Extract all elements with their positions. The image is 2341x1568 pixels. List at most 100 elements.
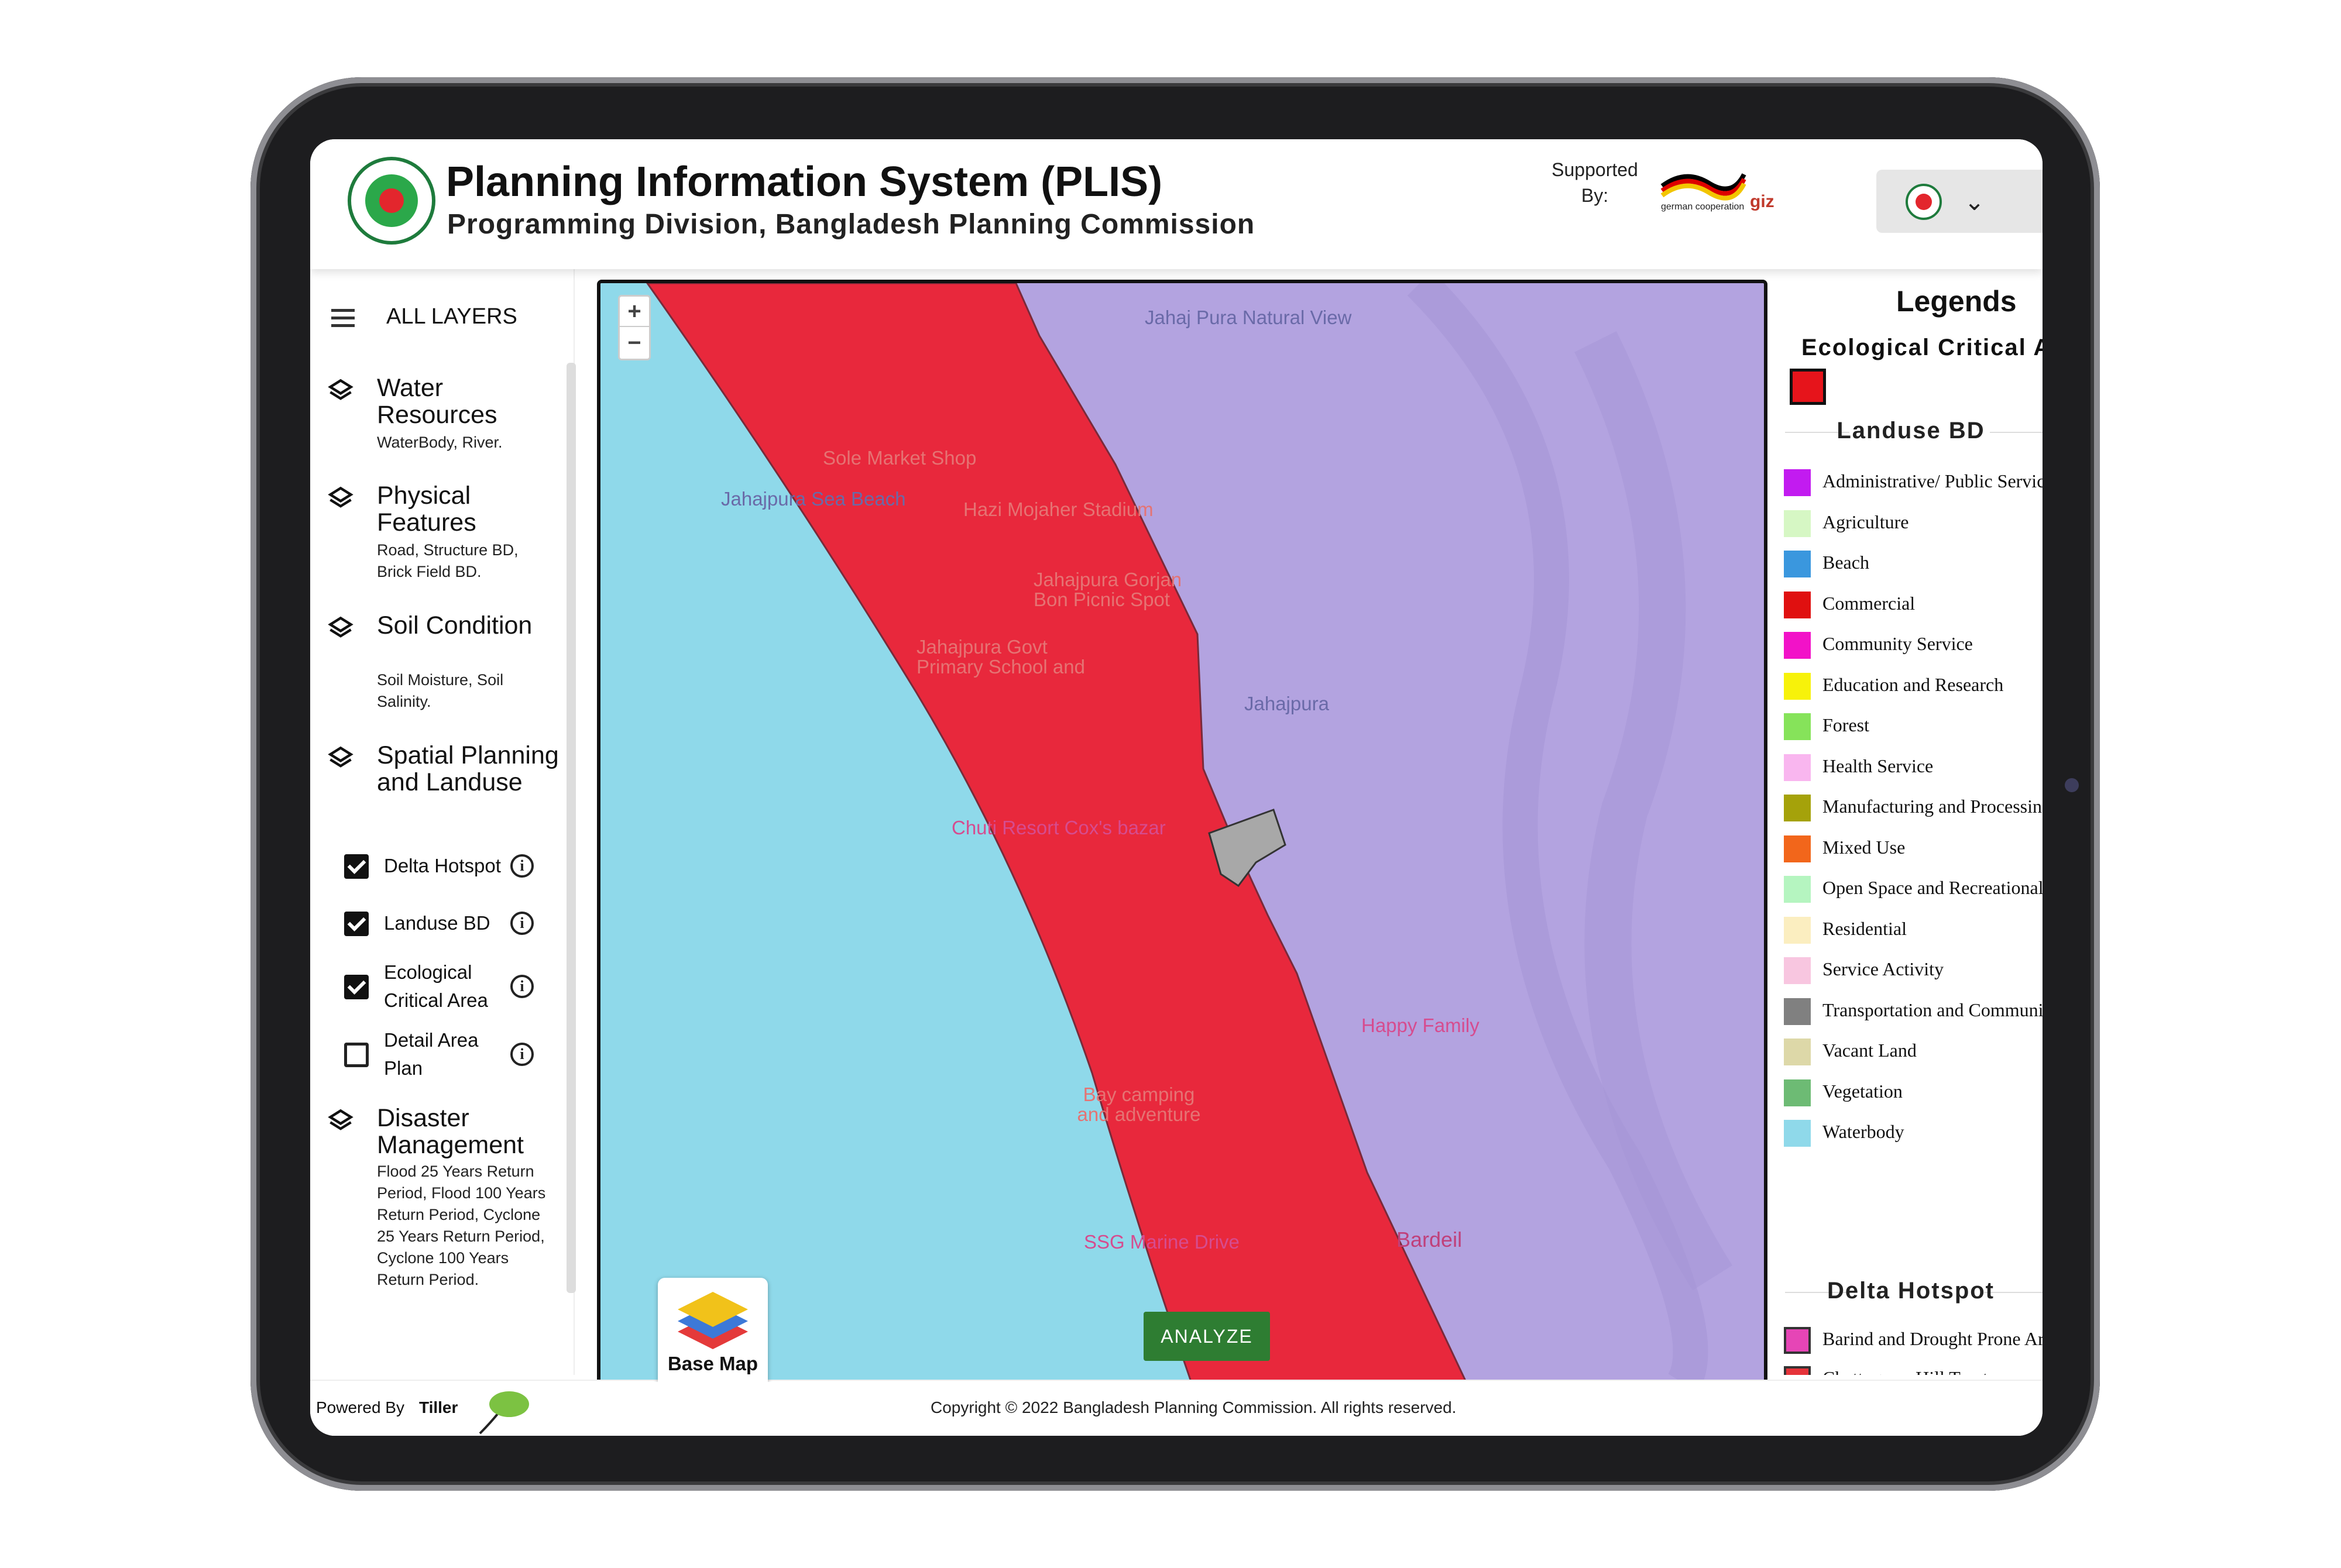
language-select[interactable]: ⌄ — [1876, 170, 2043, 233]
checkbox-delta-hotspot[interactable] — [344, 854, 369, 879]
svg-text:german cooperation: german cooperation — [1661, 202, 1744, 212]
layer-group-title: Physical Features — [377, 482, 476, 537]
legend-swatch — [1784, 713, 1811, 740]
legend-swatch — [1784, 1079, 1811, 1106]
tiller-logo — [479, 1391, 529, 1435]
layer-group-title: Water Resources — [377, 374, 497, 429]
legend-item: Barind and Drought Prone Areas — [1784, 1322, 2043, 1357]
all-layers-heading: ALL LAYERS — [386, 304, 517, 329]
legend-swatch — [1784, 632, 1811, 659]
layers-icon — [328, 616, 353, 638]
legend-label: Manufacturing and Processing — [1822, 796, 2043, 817]
checkbox-landuse-bd[interactable] — [344, 912, 369, 936]
legend-label: Beach — [1822, 552, 1869, 573]
app-screen: Planning Information System (PLIS) Progr… — [310, 139, 2043, 1436]
legend-item: Vacant Land — [1784, 1034, 2043, 1069]
legend-item: Forest — [1784, 709, 2043, 744]
map-place-label[interactable]: Sole Market Shop — [823, 447, 976, 469]
checkbox-ecological-critical-area[interactable] — [344, 975, 369, 999]
legend-item: Waterbody — [1784, 1115, 2043, 1150]
info-icon[interactable]: i — [510, 975, 534, 998]
legend-group-landuse-bd: Landuse BD — [1837, 418, 1985, 443]
zoom-in-button[interactable]: + — [620, 297, 649, 327]
giz-logo: giz — [1750, 192, 1774, 211]
legend-item: Education and Research — [1784, 668, 2043, 703]
map-place-label[interactable]: SSG Marine Drive — [1084, 1231, 1240, 1253]
legends-title: Legends — [1896, 285, 2017, 318]
legend-swatch — [1790, 369, 1826, 405]
legend-swatch — [1784, 672, 1811, 700]
legend-label: Vegetation — [1822, 1080, 1903, 1102]
layer-group-subtitle: WaterBody, River. — [377, 434, 503, 451]
legend-group-delta-hotspot: Delta Hotspot — [1827, 1278, 1995, 1304]
map-canvas[interactable] — [600, 283, 1765, 1383]
legend-label: Transportation and Communication — [1822, 999, 2043, 1020]
legend-swatch — [1784, 876, 1811, 903]
map-place-label[interactable]: Happy Family — [1361, 1015, 1480, 1037]
legend-swatch — [1784, 591, 1811, 618]
legend-swatch — [1784, 1327, 1811, 1354]
legend-label: Barind and Drought Prone Areas — [1822, 1328, 2043, 1349]
basemap-label: Base Map — [667, 1353, 758, 1374]
legend-label: Health Service — [1822, 755, 1934, 776]
legend-swatch — [1784, 754, 1811, 781]
map-place-label[interactable]: Bay camping and adventure — [1069, 1085, 1209, 1125]
legend-label: Forest — [1822, 714, 1869, 735]
legend-label: Community Service — [1822, 633, 1973, 654]
legend-item: Agriculture — [1784, 506, 2043, 541]
page-title: Planning Information System (PLIS) — [446, 159, 1163, 205]
legend-item: Vegetation — [1784, 1075, 2043, 1110]
map-place-label[interactable]: Chuti Resort Cox's bazar — [952, 817, 1166, 839]
legend-swatch — [1784, 916, 1811, 944]
legend-label: Service Activity — [1822, 958, 1944, 979]
hamburger-menu-icon[interactable] — [331, 309, 355, 327]
layer-group-subtitle: Road, Structure BD, Brick Field BD. — [377, 541, 519, 580]
layers-sidebar: ALL LAYERS Water Resources WaterBody, Ri… — [310, 269, 576, 1375]
legend-item: Commercial — [1784, 587, 2043, 622]
legend-item: Service Activity — [1784, 953, 2043, 988]
checkbox-detail-area-plan[interactable] — [344, 1043, 369, 1067]
map-place-label[interactable]: Jahaj Pura Natural View — [1145, 307, 1351, 329]
bangladesh-flag-icon — [1906, 184, 1942, 220]
map-place-label[interactable]: Bardeil — [1396, 1227, 1462, 1252]
layers-icon — [328, 746, 353, 768]
map-place-label[interactable]: Jahajpura Govt Primary School and — [917, 637, 1092, 677]
layers-icon — [328, 1109, 353, 1130]
map-place-label[interactable]: Hazi Mojaher Stadium — [963, 498, 1154, 521]
legend-swatch — [1784, 510, 1811, 537]
info-icon[interactable]: i — [510, 854, 534, 878]
legend-item: Chattogram Hill Tracts — [1784, 1361, 2043, 1375]
map-place-label[interactable]: Jahajpura Sea Beach — [721, 488, 906, 510]
sidebar-scrollbar[interactable] — [567, 363, 576, 1293]
layer-label-delta-hotspot: Delta Hotspot — [384, 855, 501, 876]
legend-item: Mixed Use — [1784, 831, 2043, 866]
map-place-label[interactable]: Jahajpura Gorjan Bon Picnic Spot — [1034, 570, 1209, 610]
layer-label-detail-area-plan: Detail Area Plan — [384, 1029, 479, 1079]
zoom-out-button[interactable]: − — [620, 328, 649, 359]
basemap-toggle-button[interactable]: Base Map — [658, 1278, 768, 1382]
layer-label-ecological-critical-area: Ecological Critical Area — [384, 961, 488, 1011]
layer-group-subtitle: Flood 25 Years Return Period, Flood 100 … — [377, 1163, 546, 1288]
legend-group-ecological-critical-area: Ecological Critical Area — [1801, 335, 2043, 360]
chevron-down-icon: ⌄ — [1964, 188, 1985, 215]
info-icon[interactable]: i — [510, 912, 534, 935]
legend-label: Mixed Use — [1822, 836, 1906, 858]
supported-by-label: Supported By: — [1551, 159, 1638, 206]
legend-item: Residential — [1784, 912, 2043, 947]
map-place-label[interactable]: Jahajpura — [1244, 693, 1329, 715]
legend-swatch — [1784, 835, 1811, 862]
layer-label-landuse-bd: Landuse BD — [384, 912, 490, 934]
legend-label: Commercial — [1822, 592, 1916, 614]
legend-label: Waterbody — [1822, 1121, 1904, 1142]
layer-group-title: Disaster Management — [377, 1104, 524, 1159]
legend-label: Open Space and Recreational — [1822, 877, 2043, 898]
analyze-button[interactable]: ANALYZE — [1144, 1312, 1270, 1361]
legend-item: Administrative/ Public Service — [1784, 465, 2043, 500]
legend-swatch — [1784, 469, 1811, 496]
legend-label: Chattogram Hill Tracts — [1822, 1367, 1995, 1375]
basemap-layers-icon — [678, 1292, 748, 1349]
map-view[interactable]: + − Jahaj Pura Natural View Sole Market … — [597, 280, 1767, 1385]
info-icon[interactable]: i — [510, 1043, 534, 1066]
legend-item: Open Space and Recreational — [1784, 871, 2043, 906]
legend-swatch — [1784, 998, 1811, 1025]
